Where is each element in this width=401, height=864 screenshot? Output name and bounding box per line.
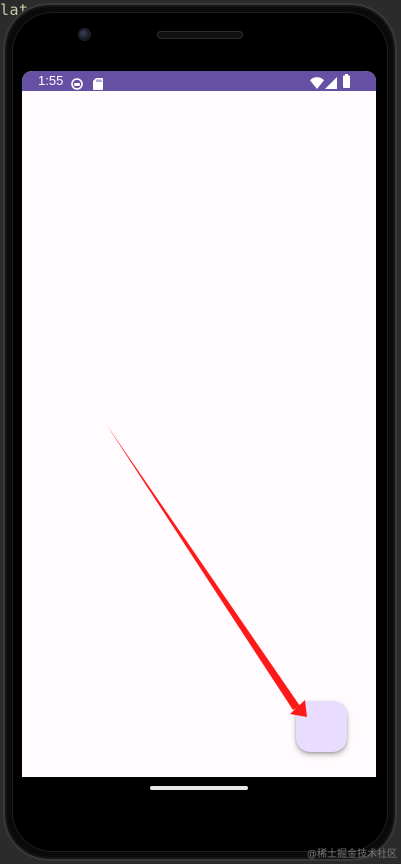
watermark: @稀土掘金技术社区 [307,849,397,860]
annotation-arrow [106,424,307,717]
home-gesture-handle[interactable] [150,786,248,790]
